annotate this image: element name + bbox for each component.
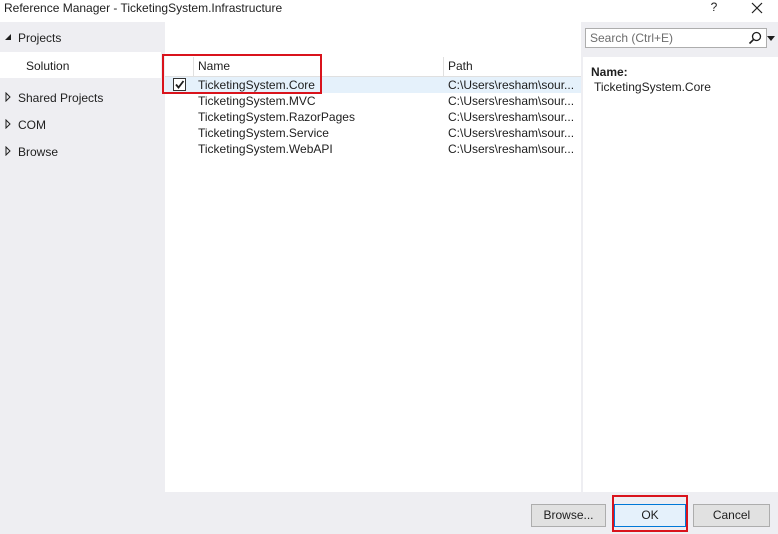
- project-path: C:\Users\resham\sour...: [448, 126, 575, 140]
- sidebar-item-label: Projects: [18, 31, 62, 45]
- details-pane: [583, 57, 778, 492]
- details-name-label: Name:: [591, 65, 628, 79]
- chevron-down-icon[interactable]: [767, 36, 775, 42]
- sidebar-item-label: COM: [18, 118, 46, 132]
- project-name: TicketingSystem.Service: [198, 126, 329, 140]
- expanded-arrow-icon[interactable]: [4, 32, 12, 42]
- sidebar: Projects Solution Shared Projects COM Br…: [0, 22, 161, 494]
- table-row[interactable]: TicketingSystem.Service C:\Users\resham\…: [165, 125, 581, 141]
- column-divider[interactable]: [193, 57, 194, 76]
- sidebar-item-solution[interactable]: Solution: [0, 52, 161, 78]
- collapsed-arrow-icon[interactable]: [4, 119, 12, 129]
- sidebar-item-label: Solution: [26, 59, 70, 73]
- collapsed-arrow-icon[interactable]: [4, 146, 12, 156]
- checkmark-icon: [175, 80, 185, 89]
- sidebar-item-browse[interactable]: Browse: [0, 138, 161, 164]
- column-divider[interactable]: [443, 57, 444, 76]
- search-input[interactable]: [588, 30, 742, 46]
- sidebar-item-shared-projects[interactable]: Shared Projects: [0, 84, 161, 110]
- title-bar: Reference Manager - TicketingSystem.Infr…: [0, 0, 778, 22]
- cancel-button[interactable]: Cancel: [693, 504, 770, 527]
- sidebar-item-com[interactable]: COM: [0, 111, 161, 137]
- table-row[interactable]: TicketingSystem.WebAPI C:\Users\resham\s…: [165, 141, 581, 157]
- ok-button[interactable]: OK: [614, 504, 686, 527]
- reference-checkbox[interactable]: [173, 78, 186, 91]
- table-row[interactable]: TicketingSystem.MVC C:\Users\resham\sour…: [165, 93, 581, 109]
- project-name: TicketingSystem.WebAPI: [198, 142, 333, 156]
- column-header-name[interactable]: Name: [198, 59, 230, 73]
- close-icon[interactable]: [749, 0, 765, 16]
- project-path: C:\Users\resham\sour...: [448, 78, 575, 92]
- project-name: TicketingSystem.MVC: [198, 94, 316, 108]
- sidebar-item-projects[interactable]: Projects: [0, 24, 161, 50]
- help-button[interactable]: ?: [707, 0, 721, 16]
- project-name: TicketingSystem.RazorPages: [198, 110, 355, 124]
- sidebar-item-label: Shared Projects: [18, 91, 104, 105]
- project-path: C:\Users\resham\sour...: [448, 94, 575, 108]
- collapsed-arrow-icon[interactable]: [4, 92, 12, 102]
- project-name: TicketingSystem.Core: [198, 78, 315, 92]
- table-row[interactable]: TicketingSystem.Core C:\Users\resham\sou…: [165, 77, 581, 93]
- search-box[interactable]: [585, 28, 767, 48]
- project-path: C:\Users\resham\sour...: [448, 110, 575, 124]
- browse-button[interactable]: Browse...: [531, 504, 606, 527]
- search-icon[interactable]: [748, 31, 762, 45]
- details-name-value: TicketingSystem.Core: [594, 80, 711, 94]
- table-row[interactable]: TicketingSystem.RazorPages C:\Users\resh…: [165, 109, 581, 125]
- column-header-path[interactable]: Path: [448, 59, 473, 73]
- window-title: Reference Manager - TicketingSystem.Infr…: [4, 1, 283, 15]
- project-path: C:\Users\resham\sour...: [448, 142, 575, 156]
- sidebar-item-label: Browse: [18, 145, 59, 159]
